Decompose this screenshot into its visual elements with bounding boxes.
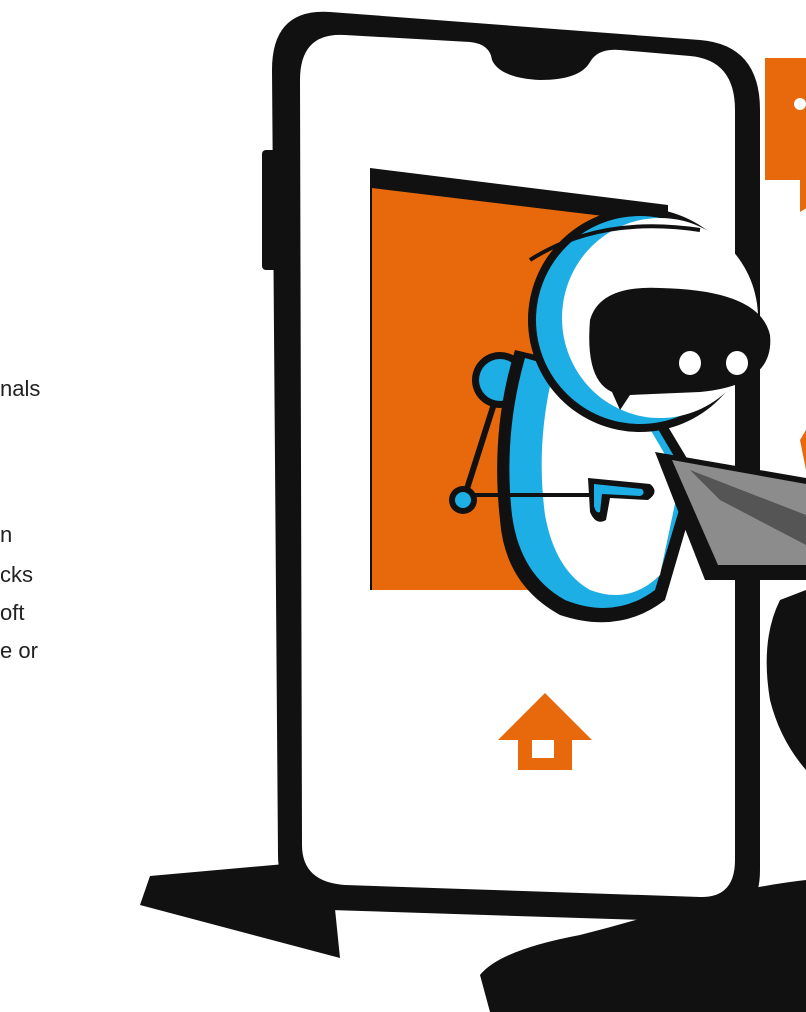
illustration-canvas: nals n cks oft e or xyxy=(0,0,806,1012)
chat-bubble-icon xyxy=(765,58,806,212)
cropped-text-line-3: cks xyxy=(0,562,33,587)
cropped-text-line-2: n xyxy=(0,522,13,547)
orange-accent xyxy=(800,430,806,470)
phone-side-button xyxy=(262,150,278,270)
cropped-text-line-1: nals xyxy=(0,376,41,401)
cropped-text-line-5: e or xyxy=(0,638,38,663)
phone-robot-illustration xyxy=(140,11,806,1012)
phone-camera xyxy=(535,53,545,71)
robot-leg-shadow xyxy=(766,590,806,770)
cropped-text-line-4: oft xyxy=(0,600,25,625)
